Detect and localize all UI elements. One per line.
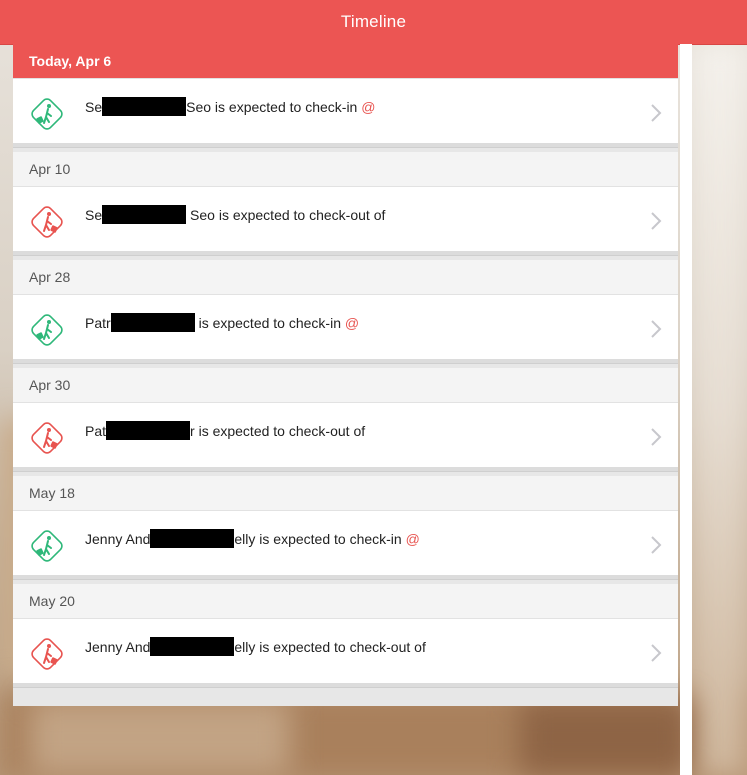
redacted-name [150,637,235,656]
timeline-entry-check-in[interactable]: Se Seo is expected to check-in @ [13,79,678,147]
guest-name-end: elly [234,531,256,547]
page-title: Timeline [340,12,407,31]
check-out-icon [28,419,66,457]
date-header: Apr 10 [13,152,678,187]
entry-text: Se Seo is expected to check-out of [85,205,385,224]
at-symbol: @ [405,531,420,547]
date-header: Today, Apr 6 [13,44,678,79]
guest-name-start: Patr [85,315,111,331]
date-header: May 18 [13,476,678,511]
background-shape [690,40,747,775]
guest-name-start: Jenny And [85,639,151,655]
chevron-right-icon[interactable] [650,103,662,123]
entry-description: is expected to check-out of [214,207,386,223]
entry-description: is expected to check-in [255,531,406,547]
guest-name-end: Seo [186,99,212,115]
entry-text: Pat r is expected to check-out of [85,421,365,440]
check-out-icon [28,203,66,241]
timeline-entry-check-in[interactable]: Patr is expected to check-in @ [13,295,678,363]
row-gap [13,687,678,692]
entry-description: is expected to check-in [211,99,362,115]
check-out-icon [28,635,66,673]
entry-text: Jenny And elly is expected to check-in @ [85,529,420,548]
date-header: Apr 28 [13,260,678,295]
redacted-name [102,205,187,224]
timeline-entry-check-in[interactable]: Jenny And elly is expected to check-in @ [13,511,678,579]
entry-text: Patr is expected to check-in @ [85,313,359,332]
redacted-name [150,529,235,548]
chevron-right-icon[interactable] [650,319,662,339]
navigation-bar: Timeline [0,0,747,45]
date-header: Apr 30 [13,368,678,403]
chevron-right-icon[interactable] [650,427,662,447]
check-in-icon [28,527,66,565]
chevron-right-icon[interactable] [650,211,662,231]
timeline-entry-check-out[interactable]: Se Seo is expected to check-out of [13,187,678,255]
check-in-icon [28,95,66,133]
panel-divider [680,44,692,775]
guest-name-end: Seo [186,207,215,223]
entry-description: is expected to check-out of [255,639,426,655]
redacted-name [110,313,195,332]
chevron-right-icon[interactable] [650,535,662,555]
entry-text: Se Seo is expected to check-in @ [85,97,375,116]
timeline-list[interactable]: Today, Apr 6 Se Seo is expected to check-i… [13,44,678,706]
guest-name-start: Se [85,99,103,115]
guest-name-end: elly [234,639,256,655]
entry-text: Jenny And elly is expected to check-out o… [85,637,426,656]
entry-description: is expected to check-in [194,315,345,331]
at-symbol: @ [344,315,360,331]
guest-name-start: Pat [85,423,107,439]
check-in-icon [28,311,66,349]
chevron-right-icon[interactable] [650,643,662,663]
background-shape [30,700,290,775]
redacted-name [106,421,191,440]
guest-name-start: Se [85,207,103,223]
redacted-name [102,97,187,116]
at-symbol: @ [361,99,376,115]
date-header: May 20 [13,584,678,619]
entry-description: is expected to check-out of [194,423,366,439]
guest-name-start: Jenny And [85,531,151,547]
background-shape [520,700,690,775]
timeline-entry-check-out[interactable]: Jenny And elly is expected to check-out o… [13,619,678,687]
timeline-entry-check-out[interactable]: Pat r is expected to check-out of [13,403,678,471]
